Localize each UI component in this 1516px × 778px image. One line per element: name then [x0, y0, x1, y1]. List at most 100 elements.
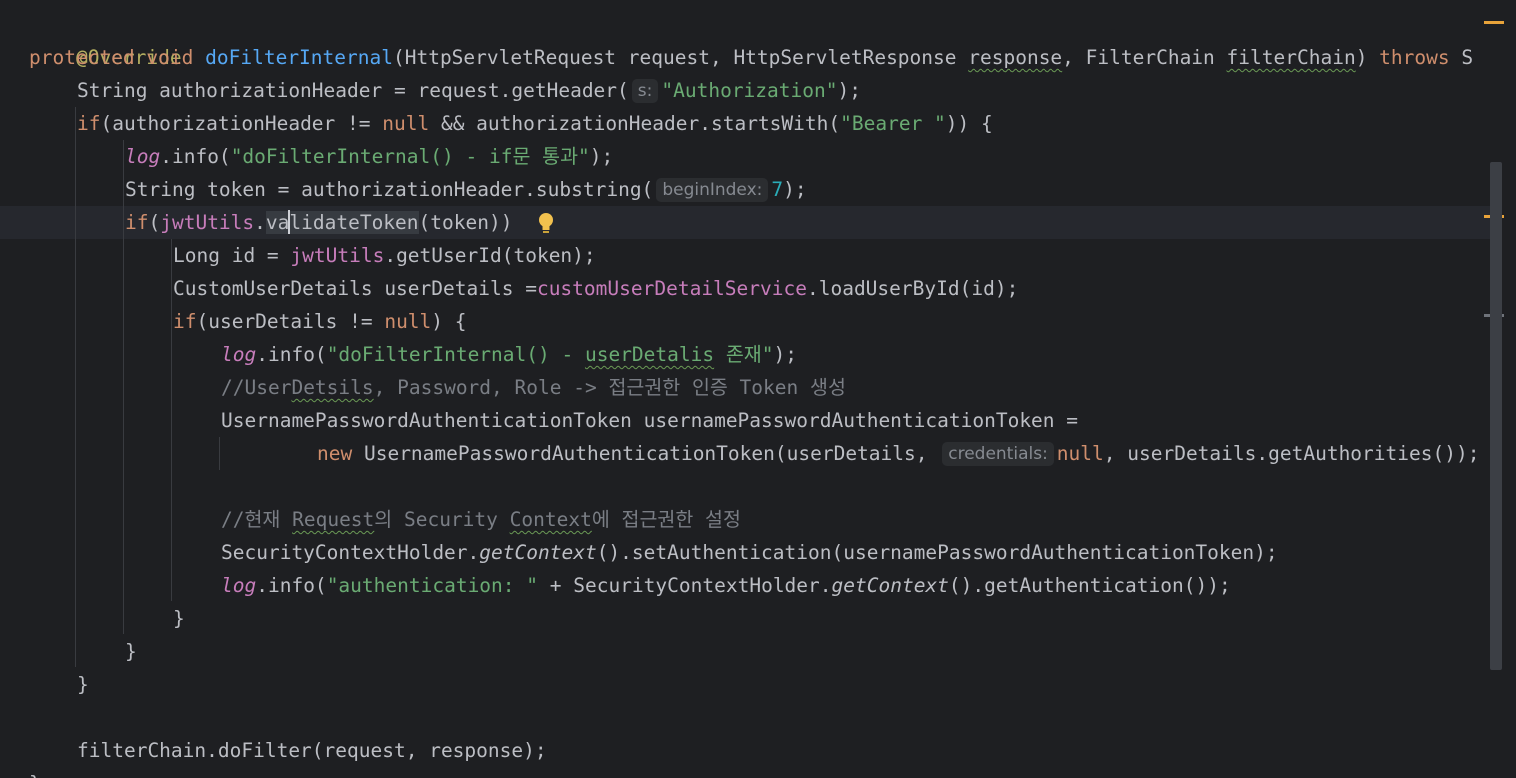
code-text: 의 Security: [374, 508, 510, 531]
indent-guide: [123, 140, 124, 634]
code-line: if(authorizationHeader != null && author…: [77, 107, 993, 140]
code-line: log.info("doFilterInternal() - userDetal…: [221, 338, 797, 371]
code-text: );: [589, 145, 614, 168]
code-line: String token = authorizationHeader.subst…: [125, 173, 807, 206]
code-text: && authorizationHeader.startsWith(: [429, 112, 841, 135]
code-text: + SecurityContextHolder.: [538, 574, 832, 597]
code-text: S: [1449, 46, 1474, 69]
code-text: , userDetails.getAuthorities());: [1103, 442, 1480, 465]
indent-guide: [219, 437, 220, 470]
keyword-if: if: [125, 211, 149, 234]
log-field: log: [125, 145, 161, 168]
code-text: ().setAuthentication(usernamePasswordAut…: [596, 541, 1278, 564]
string-literal: "Authorization": [661, 79, 838, 102]
indent-guide: [171, 239, 172, 601]
code-text: String token = authorizationHeader.subst…: [125, 178, 654, 201]
code-text: .getUserId(token);: [384, 244, 596, 267]
keyword-if: if: [173, 310, 197, 333]
log-field: log: [221, 343, 257, 366]
typo-word: Context: [509, 508, 592, 531]
field-custom-user-detail-service: customUserDetailService: [536, 277, 807, 300]
code-line-method-signature: protected void doFilterInternal(HttpServ…: [29, 41, 1473, 74]
string-literal: "doFilterInternal() - if문 통과": [230, 145, 590, 168]
static-method: getContext: [831, 574, 949, 597]
number-literal: 7: [771, 178, 784, 201]
code-text: ().getAuthentication());: [948, 574, 1231, 597]
closing-brace: }: [125, 640, 137, 663]
code-text: String authorizationHeader = request.get…: [77, 79, 629, 102]
lightbulb-icon[interactable]: [535, 210, 557, 236]
static-method: getContext: [479, 541, 597, 564]
code-text: ) {: [431, 310, 467, 333]
code-text: (userDetails !=: [196, 310, 385, 333]
method-validate-token: validateToken: [265, 210, 419, 234]
param-filterchain: filterChain: [1226, 46, 1356, 69]
code-comment: //현재 Request의 Security Context에 접근권한 설정: [221, 503, 741, 536]
code-text: CustomUserDetails userDetails =: [173, 277, 537, 300]
keyword: protected: [29, 46, 135, 69]
code-text: )) {: [945, 112, 993, 135]
code-text: .: [254, 211, 266, 234]
param-hint-s: s:: [631, 79, 659, 103]
code-text: 에 접근권한 설정: [591, 508, 741, 531]
closing-brace: }: [77, 673, 89, 696]
code-text: ): [1355, 46, 1380, 69]
keyword-if: if: [77, 112, 101, 135]
typo-word: userDetalis: [584, 343, 715, 366]
param-response: response: [968, 46, 1063, 69]
code-text: SecurityContextHolder.: [221, 541, 480, 564]
code-line: if(userDetails != null) {: [173, 305, 467, 338]
code-text: );: [773, 343, 797, 366]
code-text: "doFilterInternal() -: [326, 343, 585, 366]
field-jwtutils: jwtUtils: [290, 244, 385, 267]
code-text: (token)): [418, 211, 525, 234]
param-hint-beginindex: beginIndex:: [656, 178, 769, 202]
code-text: 존재": [714, 343, 774, 366]
code-text: , FilterChain: [1062, 46, 1227, 69]
code-text: UsernamePasswordAuthenticationToken(user…: [352, 442, 940, 465]
typo-word: Detsils: [291, 376, 374, 399]
code-text: .info(: [160, 145, 231, 168]
code-line: log.info("doFilterInternal() - if문 통과");: [125, 140, 613, 173]
vertical-scrollbar[interactable]: [1490, 162, 1502, 670]
code-line-current: if(jwtUtils.validateToken(token)): [125, 206, 524, 239]
code-line: filterChain.doFilter(request, response);: [77, 739, 547, 762]
code-text: Long id =: [173, 244, 291, 267]
keyword-new: new: [317, 442, 353, 465]
log-field: log: [221, 574, 257, 597]
param-hint-credentials: credentials:: [942, 442, 1054, 466]
code-text: //User: [221, 376, 292, 399]
method-name: doFilterInternal: [205, 46, 393, 69]
typo-word: Request: [292, 508, 375, 531]
code-text: UsernamePasswordAuthenticationToken user…: [221, 409, 1079, 432]
keyword-throws: throws: [1379, 46, 1450, 69]
code-text: (HttpServletRequest request, HttpServlet…: [392, 46, 969, 69]
code-line: log.info("authentication: " + SecurityCo…: [221, 569, 1231, 602]
code-text: va: [265, 211, 290, 234]
string-literal: "Bearer ": [840, 112, 946, 135]
field-jwtutils: jwtUtils: [160, 211, 255, 234]
keyword-null: null: [382, 112, 430, 135]
code-line: Long id = jwtUtils.getUserId(token);: [173, 239, 596, 272]
code-text: .info(: [256, 574, 327, 597]
code-text: lidateToken: [289, 211, 419, 234]
code-editor[interactable]: @Override protected void doFilterInterna…: [0, 0, 1516, 778]
string-literal: "authentication: ": [326, 574, 539, 597]
code-text: , Password, Role -> 접근권한 인증 Token 생성: [373, 376, 846, 399]
code-text: (authorizationHeader !=: [100, 112, 383, 135]
closing-brace: }: [29, 767, 41, 778]
code-line-annotation: @Override: [29, 8, 182, 69]
code-text: .loadUserById(id);: [806, 277, 1019, 300]
code-comment: //UserDetsils, Password, Role -> 접근권한 인증…: [221, 371, 846, 404]
code-text: );: [783, 178, 807, 201]
keyword: void: [146, 46, 194, 69]
warning-marker[interactable]: [1484, 21, 1504, 24]
keyword-null: null: [1056, 442, 1104, 465]
code-line: SecurityContextHolder.getContext().setAu…: [221, 536, 1278, 569]
string-literal: "doFilterInternal() - userDetalis 존재": [327, 343, 774, 366]
closing-brace: }: [173, 607, 185, 630]
code-line: new UsernamePasswordAuthenticationToken(…: [317, 437, 1479, 470]
code-line: UsernamePasswordAuthenticationToken user…: [221, 404, 1078, 437]
keyword-null: null: [384, 310, 432, 333]
code-text: );: [837, 79, 861, 102]
